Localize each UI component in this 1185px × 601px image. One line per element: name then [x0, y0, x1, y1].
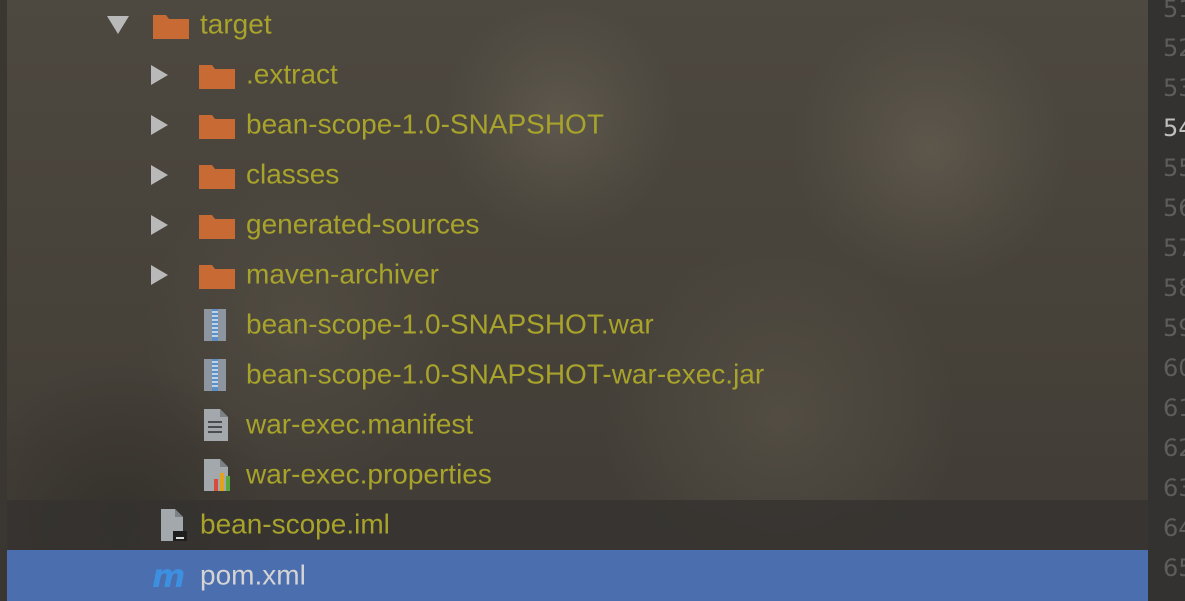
tree-item-war-exec-jar[interactable]: bean-scope-1.0-SNAPSHOT-war-exec.jar [7, 350, 1148, 400]
tool-window-edge [0, 0, 7, 601]
tree-item-label: .extract [246, 58, 338, 90]
tree-item-bean-scope-snapshot[interactable]: bean-scope-1.0-SNAPSHOT [7, 100, 1148, 150]
text-file-icon [204, 409, 228, 441]
tree-item-label: target [200, 8, 272, 40]
collapse-arrow-icon[interactable] [107, 16, 129, 34]
line-number: 63 [1163, 474, 1185, 502]
tree-item-classes[interactable]: classes [7, 150, 1148, 200]
line-number: 52 [1163, 34, 1185, 62]
line-number: 58 [1163, 274, 1185, 302]
line-number: 53 [1163, 74, 1185, 102]
project-tree: target .extract bean-scope-1.0-SNAPSHOT … [7, 0, 1148, 601]
tree-item-label: bean-scope-1.0-SNAPSHOT.war [246, 308, 654, 340]
tree-item-war-file[interactable]: bean-scope-1.0-SNAPSHOT.war [7, 300, 1148, 350]
archive-icon [204, 309, 226, 341]
folder-icon [199, 265, 235, 289]
archive-icon [204, 359, 226, 391]
expand-arrow-icon[interactable] [151, 215, 168, 235]
expand-arrow-icon[interactable] [151, 65, 168, 85]
tree-item-target[interactable]: target [7, 0, 1148, 50]
line-number: 62 [1163, 434, 1185, 462]
line-number: 51 [1163, 0, 1185, 23]
tree-item-label: bean-scope-1.0-SNAPSHOT-war-exec.jar [246, 358, 765, 390]
tree-item-label: pom.xml [200, 558, 306, 590]
tree-item-generated-sources[interactable]: generated-sources [7, 200, 1148, 250]
line-number: 61 [1163, 394, 1185, 422]
svg-text:m: m [152, 560, 185, 592]
tree-item-iml[interactable]: bean-scope.iml [7, 500, 1148, 550]
folder-icon [153, 15, 189, 39]
tree-item-label: bean-scope.iml [200, 508, 390, 540]
tree-item-label: war-exec.manifest [246, 408, 474, 440]
line-number: 55 [1163, 154, 1185, 182]
tree-item-label: maven-archiver [246, 258, 439, 290]
line-number: 59 [1163, 314, 1185, 342]
line-number: 60 [1163, 354, 1185, 382]
tree-item-manifest[interactable]: war-exec.manifest [7, 400, 1148, 450]
line-number: 64 [1163, 514, 1185, 542]
line-number: 56 [1163, 194, 1185, 222]
line-number: 65 [1163, 554, 1185, 582]
folder-icon [199, 115, 235, 139]
expand-arrow-icon[interactable] [151, 265, 168, 285]
folder-icon [199, 65, 235, 89]
tree-item-label: bean-scope-1.0-SNAPSHOT [246, 108, 604, 140]
line-number: 57 [1163, 234, 1185, 262]
tree-item-properties[interactable]: war-exec.properties [7, 450, 1148, 500]
maven-m-icon: m [152, 560, 185, 592]
expand-arrow-icon[interactable] [151, 115, 168, 135]
folder-icon [199, 215, 235, 239]
tree-item-pom[interactable]: m pom.xml [7, 550, 1148, 601]
tree-item-label: war-exec.properties [246, 458, 492, 490]
module-file-icon [161, 509, 187, 541]
tree-item-maven-archiver[interactable]: maven-archiver [7, 250, 1148, 300]
line-number-active: 54 [1163, 114, 1185, 142]
tree-item-extract[interactable]: .extract [7, 50, 1148, 100]
tree-item-label: classes [246, 158, 340, 190]
folder-icon [199, 165, 235, 189]
tree-item-label: generated-sources [246, 208, 480, 240]
properties-file-icon [204, 459, 230, 491]
expand-arrow-icon[interactable] [151, 165, 168, 185]
